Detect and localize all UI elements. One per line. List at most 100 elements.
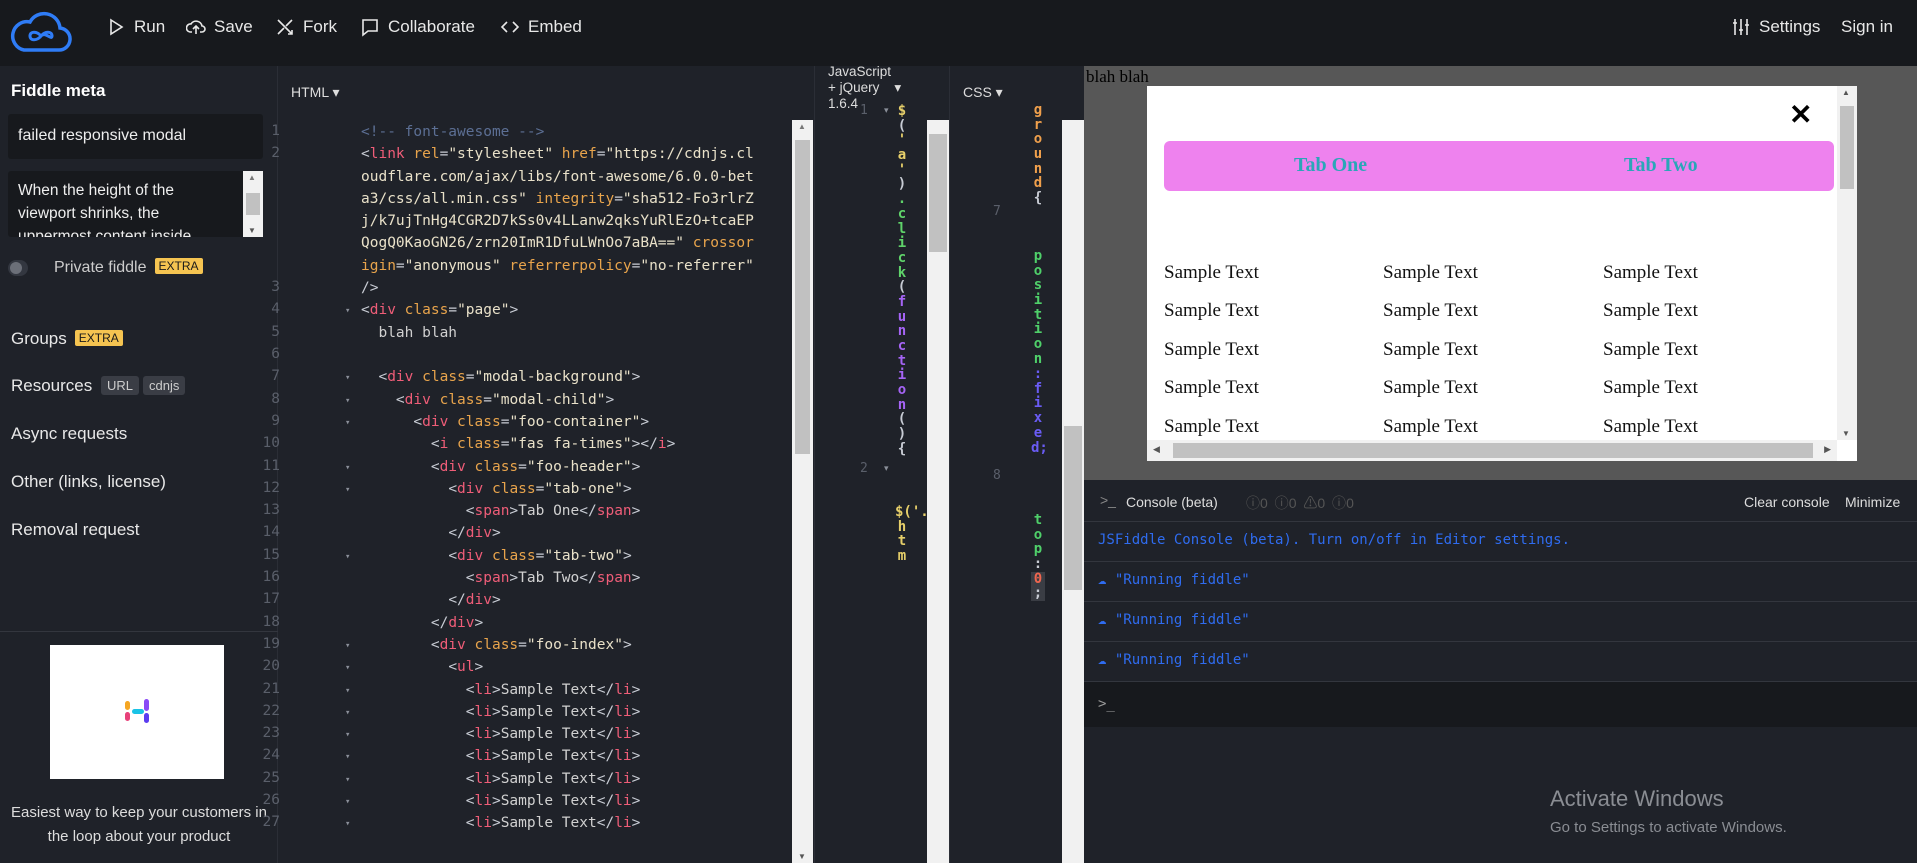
js-scrollbar[interactable] — [927, 120, 949, 863]
fold-icon[interactable]: ▾ — [345, 663, 350, 673]
fold-icon[interactable]: ▾ — [345, 396, 350, 406]
code-line[interactable]: blah blah — [361, 322, 761, 344]
code-line[interactable]: <li>Sample Text</li> — [361, 790, 761, 812]
sidebar-item-removal-request[interactable]: Removal request — [11, 520, 140, 540]
sidebar-item-other[interactable]: Other (links, license) — [11, 472, 166, 492]
css-position-prop[interactable]: position — [1031, 249, 1045, 367]
ad-caption[interactable]: Easiest way to keep your customers in th… — [8, 801, 270, 849]
code-line[interactable]: <li>Sample Text</li> — [361, 768, 761, 790]
sidebar-item-async-requests[interactable]: Async requests — [11, 424, 127, 444]
sign-in-link[interactable]: Sign in — [1841, 14, 1893, 40]
js-line-2[interactable]: $('.htm — [895, 505, 929, 564]
fold-icon[interactable]: ▾ — [345, 641, 350, 651]
code-line[interactable]: <li>Sample Text</li> — [361, 812, 761, 834]
code-line[interactable]: <div class="modal-background"> — [361, 366, 761, 388]
line-number: 14 — [262, 524, 280, 541]
ad-image[interactable] — [50, 645, 224, 779]
code-line[interactable]: <div class="page"> — [361, 299, 761, 321]
fork-button[interactable]: Fork — [275, 14, 337, 40]
code-line[interactable]: <ul> — [361, 656, 761, 678]
fold-icon[interactable]: ▾ — [345, 463, 350, 473]
list-item: Sample Text — [1164, 300, 1259, 321]
code-line[interactable]: <div class="modal-child"> — [361, 389, 761, 411]
code-line[interactable]: <i class="fas fa-times"></i> — [361, 433, 761, 455]
private-toggle[interactable] — [8, 260, 28, 276]
fold-icon[interactable]: ▾ — [345, 552, 350, 562]
fold-icon[interactable]: ▾ — [884, 105, 889, 116]
code-char: ; — [1031, 586, 1045, 602]
code-line[interactable]: <span>Tab One</span> — [361, 500, 761, 522]
console-input[interactable]: >_ — [1084, 681, 1917, 727]
line-number: 2 — [860, 461, 868, 476]
collaborate-button[interactable]: Collaborate — [360, 14, 475, 40]
run-button[interactable]: Run — [106, 14, 165, 40]
fold-icon[interactable]: ▾ — [345, 686, 350, 696]
url-tag[interactable]: URL — [101, 376, 140, 395]
tab-two[interactable]: Tab Two — [1624, 154, 1698, 177]
code-line[interactable]: </div> — [361, 522, 761, 544]
list-item: Sample Text — [1383, 377, 1478, 398]
line-number: 26 — [262, 792, 280, 808]
css-position-value[interactable]: :fixed; — [1031, 367, 1048, 455]
code-line[interactable]: </div> — [361, 612, 761, 634]
line-number: 4 — [271, 301, 280, 318]
css-scrollbar[interactable] — [1062, 120, 1084, 863]
code-line[interactable]: <div class="tab-one"> — [361, 478, 761, 500]
code-line[interactable]: <!-- font-awesome --> — [361, 121, 761, 143]
css-top-0[interactable]: t o p:0; — [1031, 513, 1045, 602]
code-line[interactable]: <div class="tab-two"> — [361, 545, 761, 567]
line-number: 1 — [860, 103, 868, 118]
list-item: Sample Text — [1383, 300, 1478, 321]
fold-icon[interactable]: ▾ — [345, 797, 350, 807]
code-line[interactable]: <div class="foo-container"> — [361, 411, 761, 433]
minimize-console-button[interactable]: Minimize — [1845, 494, 1900, 510]
settings-button[interactable]: Settings — [1731, 14, 1820, 40]
code-line[interactable]: <div class="foo-index"> — [361, 634, 761, 656]
css-fragment-ground[interactable]: g r o u n d{ — [1031, 103, 1045, 206]
js-line-1[interactable]: $(' a '). c l i c k(f u n c t i o n(){ — [895, 104, 909, 457]
fold-icon[interactable]: ▾ — [345, 306, 350, 316]
tab-one[interactable]: Tab One — [1294, 154, 1367, 177]
fiddle-name-input[interactable]: failed responsive modal — [8, 114, 263, 159]
line-number: 8 — [271, 390, 280, 407]
code-char: c — [897, 338, 907, 354]
modal-vertical-scrollbar[interactable]: ▲ ▼ — [1837, 86, 1857, 440]
line-number: 1 — [271, 123, 280, 139]
code-line[interactable]: <link rel="stylesheet" href="https://cdn… — [361, 143, 761, 299]
fold-icon[interactable]: ▾ — [345, 775, 350, 785]
code-line[interactable]: <li>Sample Text</li> — [361, 679, 761, 701]
code-char: c — [897, 205, 907, 222]
result-frame[interactable]: blah blah ✕ Tab One Tab Two Sample Text S… — [1084, 66, 1917, 480]
fold-icon[interactable]: ▾ — [345, 373, 350, 383]
html-scrollbar[interactable]: ▲ ▼ — [792, 120, 813, 863]
fold-icon[interactable]: ▾ — [345, 708, 350, 718]
clear-console-button[interactable]: Clear console — [1744, 494, 1830, 510]
fold-icon[interactable]: ▾ — [345, 418, 350, 428]
modal-horizontal-scrollbar[interactable]: ◀ ▶ — [1147, 440, 1837, 461]
description-scrollbar[interactable]: ▲ ▼ — [243, 171, 263, 237]
fold-icon[interactable]: ▾ — [345, 485, 350, 495]
code-line[interactable]: <div class="foo-header"> — [361, 456, 761, 478]
code-line[interactable]: <span>Tab Two</span> — [361, 567, 761, 589]
jsfiddle-logo-icon[interactable] — [10, 10, 72, 54]
fold-icon[interactable]: ▾ — [884, 463, 889, 474]
close-icon[interactable]: ✕ — [1789, 98, 1812, 131]
code-line[interactable]: <li>Sample Text</li> — [361, 701, 761, 723]
code-char: l — [897, 220, 907, 237]
save-button[interactable]: Save — [186, 14, 253, 40]
run-label: Run — [134, 17, 166, 36]
sidebar-item-resources[interactable]: Resources URL cdnjs — [11, 376, 186, 396]
code-char: n — [897, 323, 907, 340]
cdnjs-tag[interactable]: cdnjs — [143, 376, 186, 395]
code-line[interactable]: </div> — [361, 589, 761, 611]
html-panel-label[interactable]: HTML ▾ — [291, 84, 340, 101]
fold-icon[interactable]: ▾ — [345, 819, 350, 829]
css-panel-label[interactable]: CSS ▾ — [963, 84, 1003, 101]
sidebar-item-groups[interactable]: Groups EXTRA — [11, 329, 123, 349]
fold-icon[interactable]: ▾ — [345, 752, 350, 762]
fold-icon[interactable]: ▾ — [345, 730, 350, 740]
embed-button[interactable]: Embed — [500, 14, 582, 40]
code-line[interactable]: <li>Sample Text</li> — [361, 723, 761, 745]
fiddle-description-textarea[interactable]: When the height of the viewport shrinks,… — [8, 171, 263, 237]
code-line[interactable]: <li>Sample Text</li> — [361, 745, 761, 767]
